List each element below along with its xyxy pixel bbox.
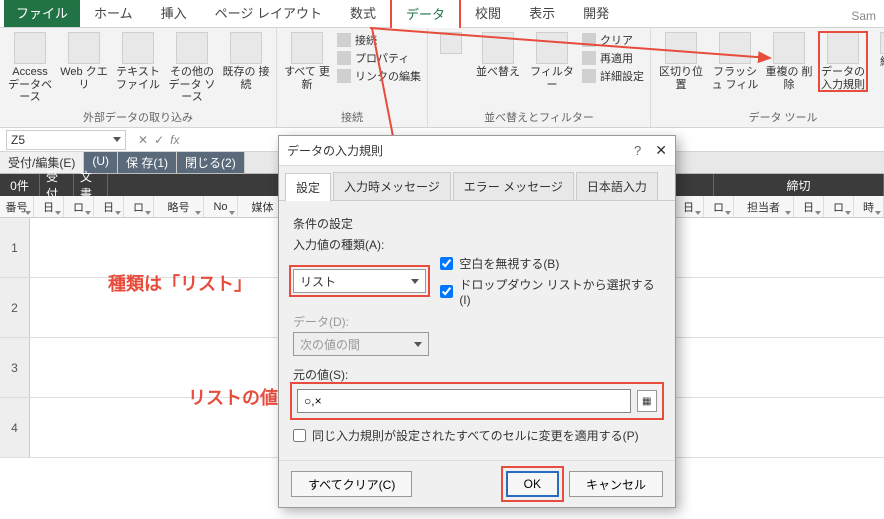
help-icon[interactable]: ? (634, 143, 641, 158)
dialog-tabs: 設定 入力時メッセージ エラー メッセージ 日本語入力 (279, 166, 675, 201)
btn-integrate[interactable]: 統合 (873, 32, 884, 69)
ct-close[interactable]: 閉じる(2) (177, 152, 245, 173)
btn-properties[interactable]: プロパティ (337, 50, 421, 66)
group-connections: すべて 更新 接続 プロパティ リンクの編集 接続 (277, 28, 428, 127)
sc-d2[interactable]: 日 (94, 196, 124, 217)
chevron-down-icon (411, 279, 419, 284)
btn-advanced[interactable]: 詳細設定 (582, 68, 644, 84)
tab-formulas[interactable]: 数式 (336, 0, 390, 27)
ribbon-body: Access データベース Web クエリ テキスト ファイル その他の データ… (0, 28, 884, 128)
sc-dr1[interactable]: 日 (674, 196, 704, 217)
sc-dr2[interactable]: ロ (704, 196, 734, 217)
file-tab[interactable]: ファイル (4, 0, 80, 27)
group-label-datatools: データ ツール (657, 107, 884, 125)
dialog-body: 条件の設定 入力値の種類(A): リスト 空白を無視する(B) ドロップダウン … (279, 201, 675, 460)
allow-label: 入力値の種類(A): (293, 236, 661, 253)
sc-dr5[interactable]: 時 (854, 196, 884, 217)
btn-filter[interactable]: フィルター (528, 32, 576, 91)
sc-abbr[interactable]: 略号 (154, 196, 204, 217)
dialog-titlebar: データの入力規則 ? ✕ (279, 136, 675, 166)
tab-review[interactable]: 校閲 (461, 0, 515, 27)
group-label-connections: 接続 (283, 107, 421, 125)
hdr-recv: 受付 (40, 174, 74, 196)
source-input[interactable] (297, 389, 631, 413)
close-icon[interactable]: ✕ (655, 142, 667, 159)
btn-sort-az[interactable] (434, 32, 468, 56)
title-suffix: Sam (843, 5, 884, 27)
dlg-tab-inputmsg[interactable]: 入力時メッセージ (333, 172, 451, 200)
ct-save[interactable]: 保 存(1) (118, 152, 177, 173)
tab-insert[interactable]: 挿入 (147, 0, 201, 27)
tab-home[interactable]: ホーム (80, 0, 147, 27)
data-combo: 次の値の間 (293, 332, 429, 356)
group-sort: 並べ替え フィルター クリア 再適用 詳細設定 並べ替えとフィルター (428, 28, 651, 127)
dialog-actions: すべてクリア(C) OK キャンセル (279, 460, 675, 507)
sc-num[interactable]: 番号 (0, 196, 34, 217)
btn-clear[interactable]: クリア (582, 32, 644, 48)
sc-dr4[interactable]: ロ (824, 196, 854, 217)
fx-icon[interactable]: fx (170, 133, 179, 147)
sc-owner[interactable]: 担当者 (734, 196, 794, 217)
data-label: データ(D): (293, 313, 661, 330)
chevron-down-icon (113, 137, 121, 142)
btn-text[interactable]: テキスト ファイル (114, 32, 162, 91)
dialog-title: データの入力規則 (287, 142, 383, 159)
sc-dr3[interactable]: 日 (794, 196, 824, 217)
chk-ignore-blank[interactable]: 空白を無視する(B) (440, 255, 661, 272)
cancel-button[interactable]: キャンセル (569, 471, 663, 497)
btn-sort[interactable]: 並べ替え (474, 32, 522, 79)
chk-dropdown[interactable]: ドロップダウン リストから選択する(I) (440, 276, 661, 307)
tab-developer[interactable]: 開発 (569, 0, 623, 27)
tab-data[interactable]: データ (390, 0, 461, 28)
btn-removedup[interactable]: 重複の 削除 (765, 32, 813, 91)
enter-icon[interactable]: ✓ (154, 133, 164, 147)
dlg-tab-errmsg[interactable]: エラー メッセージ (453, 172, 574, 200)
tab-pagelayout[interactable]: ページ レイアウト (201, 0, 336, 27)
ribbon-tabs: ファイル ホーム 挿入 ページ レイアウト 数式 データ 校閲 表示 開発 Sa… (0, 0, 884, 28)
dlg-tab-ime[interactable]: 日本語入力 (576, 172, 658, 200)
source-wrap: ▦ (293, 385, 661, 417)
btn-other[interactable]: その他の データ ソース (168, 32, 216, 104)
sc-no[interactable]: No (204, 196, 238, 217)
btn-texttocolumns[interactable]: 区切り位置 (657, 32, 705, 91)
btn-editlinks[interactable]: リンクの編集 (337, 68, 421, 84)
data-validation-dialog: データの入力規則 ? ✕ 設定 入力時メッセージ エラー メッセージ 日本語入力… (278, 135, 676, 508)
clear-all-button[interactable]: すべてクリア(C) (291, 471, 412, 497)
btn-access[interactable]: Access データベース (6, 32, 54, 104)
btn-existing[interactable]: 既存の 接続 (222, 32, 270, 91)
group-external: Access データベース Web クエリ テキスト ファイル その他の データ… (0, 28, 277, 127)
sc-r1[interactable]: ロ (64, 196, 94, 217)
hdr-count: 0件 (0, 174, 40, 196)
chk-apply-all[interactable]: 同じ入力規則が設定されたすべてのセルに変更を適用する(P) (293, 427, 661, 444)
range-picker-icon[interactable]: ▦ (637, 390, 657, 412)
btn-connections[interactable]: 接続 (337, 32, 421, 48)
name-box[interactable]: Z5 (6, 130, 126, 150)
ok-button[interactable]: OK (506, 471, 559, 497)
btn-refresh-all[interactable]: すべて 更新 (283, 32, 331, 91)
sc-r2[interactable]: ロ (124, 196, 154, 217)
source-label: 元の値(S): (293, 366, 661, 383)
section-label: 条件の設定 (293, 215, 661, 232)
hdr-doc: 文書 (74, 174, 108, 196)
btn-flashfill[interactable]: フラッシュ フィル (711, 32, 759, 91)
dlg-tab-settings[interactable]: 設定 (285, 173, 331, 201)
hdr-deadline: 締切 (714, 174, 884, 196)
btn-reapply[interactable]: 再適用 (582, 50, 644, 66)
group-label-sort: 並べ替えとフィルター (434, 107, 644, 125)
sc-d1[interactable]: 日 (34, 196, 64, 217)
ct-edit[interactable]: 受付/編集(E) (0, 152, 84, 173)
cancel-icon[interactable]: ✕ (138, 133, 148, 147)
btn-datavalidation[interactable]: データの 入力規則 (819, 32, 867, 91)
tab-view[interactable]: 表示 (515, 0, 569, 27)
group-datatools: 区切り位置 フラッシュ フィル 重複の 削除 データの 入力規則 統合 データ … (651, 28, 884, 127)
group-label-external: 外部データの取り込み (6, 107, 270, 125)
btn-web[interactable]: Web クエリ (60, 32, 108, 91)
allow-combo[interactable]: リスト (293, 269, 426, 293)
